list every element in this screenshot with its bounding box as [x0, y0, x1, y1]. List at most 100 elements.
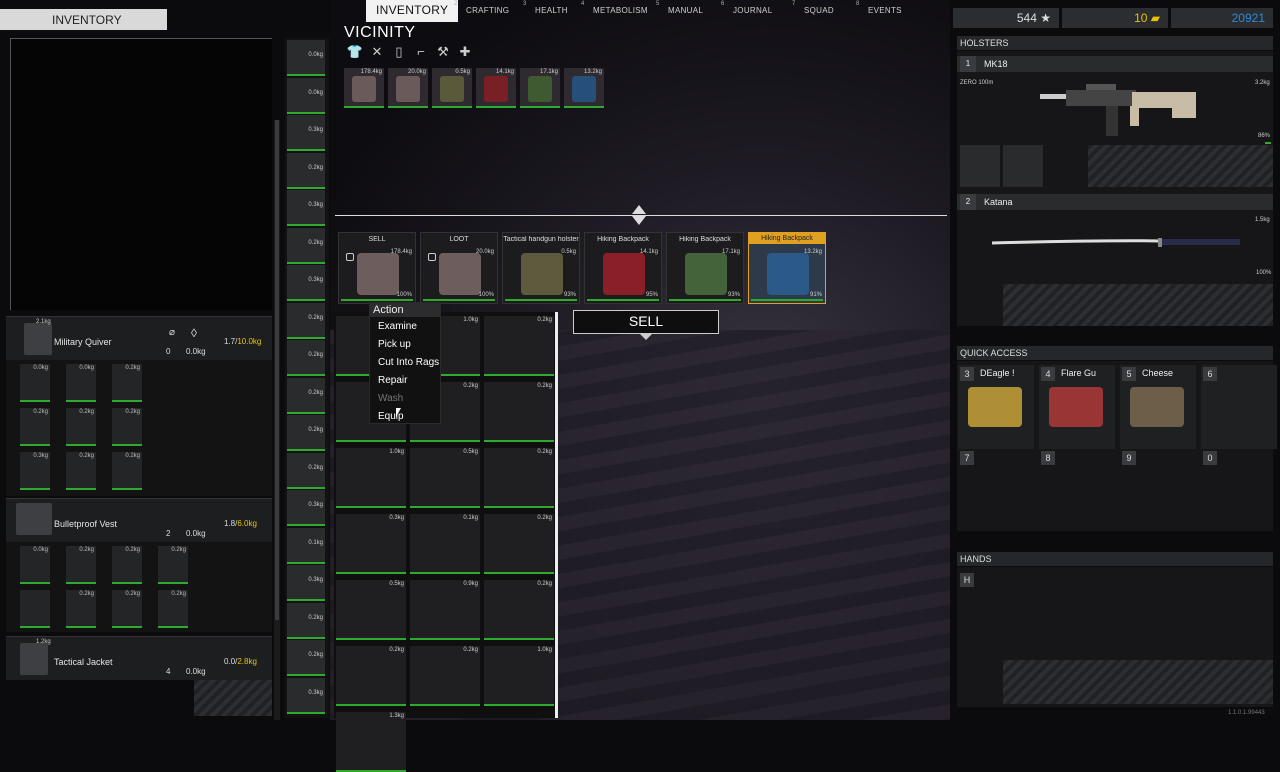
trader-item[interactable]: 0.5kg	[336, 580, 406, 640]
hands-slot[interactable]: H	[960, 573, 974, 587]
menu-repair[interactable]: Repair	[370, 371, 440, 389]
shirt-icon[interactable]: 👕	[346, 44, 364, 60]
quick-slot[interactable]: 5 Cheese 9	[1120, 365, 1196, 465]
equipment-slot[interactable]: 0.2kg	[287, 640, 325, 676]
trader-item[interactable]: 0.2kg	[484, 316, 554, 376]
tab-crafting[interactable]: 2 CRAFTING	[454, 0, 509, 20]
trader-item[interactable]: 0.3kg	[336, 514, 406, 574]
arrow-up-icon[interactable]	[632, 205, 646, 214]
equipment-slot[interactable]: 0.2kg	[287, 152, 325, 189]
inventory-slot[interactable]: 0.2kg	[112, 408, 142, 446]
container-tactical-jacket[interactable]: 1.2kg Tactical Jacket 4 0.0kg 0.0/2.8kg	[6, 636, 272, 680]
trader-item[interactable]: 0.2kg	[484, 514, 554, 574]
inventory-slot[interactable]: 0.2kg	[66, 546, 96, 584]
inventory-slot[interactable]: 0.2kg	[112, 546, 142, 584]
container-bulletproof-vest[interactable]: Bulletproof Vest 2 0.0kg 1.8/6.0kg	[6, 498, 272, 542]
trader-item[interactable]: 0.5kg	[410, 448, 480, 508]
equipment-slot[interactable]: 0.0kg	[287, 40, 325, 76]
plus-icon[interactable]: ✚	[456, 44, 474, 60]
equipment-slot[interactable]: 0.2kg	[287, 377, 325, 414]
trader-slot[interactable]: Hiking Backpack 17.1kg 93%	[666, 232, 744, 304]
trader-item[interactable]: 1.3kg	[336, 712, 406, 772]
equipment-slot[interactable]: 0.2kg	[287, 340, 325, 376]
inventory-slot[interactable]: 0.2kg	[158, 546, 188, 584]
tab-events[interactable]: 8 EVENTS	[856, 0, 902, 20]
inventory-slot[interactable]: 0.2kg	[66, 452, 96, 490]
equipment-slot[interactable]: 0.1kg	[287, 527, 325, 564]
gun-icon[interactable]: ⌐	[412, 44, 430, 59]
inventory-slot[interactable]: 0.2kg	[112, 590, 142, 628]
tab-squad[interactable]: 7 SQUAD	[792, 0, 834, 20]
attachment-sight-slot[interactable]	[960, 145, 1000, 187]
inventory-scrollbar[interactable]	[274, 120, 280, 720]
vicinity-item[interactable]: 14.1kg	[476, 68, 516, 108]
trader-item[interactable]: 0.9kg	[410, 580, 480, 640]
quick-slot[interactable]: 4 Flare Gu 8	[1039, 365, 1115, 465]
vicinity-item[interactable]: 17.1kg	[520, 68, 560, 108]
attachment-magazine-slot[interactable]	[1003, 145, 1043, 187]
inventory-slot[interactable]: 0.3kg	[20, 452, 50, 490]
equipment-slot[interactable]: 0.3kg	[287, 115, 325, 151]
equipment-slot[interactable]: 0.3kg	[287, 190, 325, 226]
equipment-slot[interactable]: 0.3kg	[287, 265, 325, 301]
quick-slot[interactable]: 3 DEagle ! 7	[958, 365, 1034, 465]
menu-equip[interactable]: Equip	[370, 407, 440, 425]
equipment-slot[interactable]: 0.3kg	[287, 565, 325, 601]
holster-slot-1[interactable]: 1 MK18	[957, 56, 1273, 72]
tab-metabolism[interactable]: 4 METABOLISM	[581, 0, 648, 20]
menu-examine[interactable]: Examine	[370, 317, 440, 335]
inventory-slot[interactable]	[20, 590, 50, 628]
cross-icon[interactable]: ✕	[368, 44, 386, 60]
inventory-slot[interactable]: 0.2kg	[20, 408, 50, 446]
slot-item-image	[767, 253, 809, 295]
tab-bar: INVENTORY 2 CRAFTING 3 HEALTH 4 METABOLISM …	[364, 0, 944, 22]
tab-manual[interactable]: 5 MANUAL	[656, 0, 703, 20]
container-military-quiver[interactable]: 2.1kg Military Quiver ⌀ ◊ 0 0.0kg 1.7/10…	[6, 316, 272, 360]
trader-item[interactable]: 0.2kg	[484, 448, 554, 508]
equipment-slot[interactable]: 0.0kg	[287, 77, 325, 114]
trader-slot[interactable]: Hiking Backpack 13.2kg 91%	[748, 232, 826, 304]
equipment-slot[interactable]: 0.2kg	[287, 602, 325, 639]
equipment-slot[interactable]: 0.2kg	[287, 452, 325, 489]
trader-item[interactable]: 0.1kg	[410, 514, 480, 574]
tab-health[interactable]: 3 HEALTH	[523, 0, 568, 20]
inventory-slot[interactable]: 0.0kg	[66, 364, 96, 402]
holster-slot-2[interactable]: 2 Katana	[957, 194, 1273, 210]
equipment-slot[interactable]: 0.3kg	[287, 490, 325, 526]
inventory-slot[interactable]: 0.2kg	[112, 364, 142, 402]
tab-inventory[interactable]: INVENTORY	[366, 0, 459, 22]
equipment-slot[interactable]: 0.2kg	[287, 227, 325, 264]
equipment-slot[interactable]: 0.2kg	[287, 415, 325, 451]
vicinity-item[interactable]: 13.2kg	[564, 68, 604, 108]
trader-item[interactable]: 1.0kg	[484, 646, 554, 706]
trader-item[interactable]: 0.2kg	[336, 646, 406, 706]
trader-item[interactable]: 0.2kg	[410, 646, 480, 706]
inventory-slot[interactable]: 0.0kg	[20, 364, 50, 402]
equipment-slot[interactable]: 0.3kg	[287, 677, 325, 714]
inventory-slot[interactable]: 0.2kg	[158, 590, 188, 628]
scroll-thumb[interactable]	[275, 120, 279, 620]
vicinity-item[interactable]: 178.4kg	[344, 68, 384, 108]
trader-slot[interactable]: Hiking Backpack 14.1kg 95%	[584, 232, 662, 304]
trader-item[interactable]: 0.2kg	[484, 382, 554, 442]
quick-slot[interactable]: 60	[1201, 365, 1277, 465]
vicinity-item[interactable]: 0.5kg	[432, 68, 472, 108]
trader-slot[interactable]: SELL 178.4kg 100%	[338, 232, 416, 304]
inventory-slot[interactable]: 0.2kg	[66, 590, 96, 628]
menu-pick-up[interactable]: Pick up	[370, 335, 440, 353]
inventory-slot[interactable]: 0.2kg	[112, 452, 142, 490]
wrench-icon[interactable]: ⚒	[434, 44, 452, 60]
bottle-icon[interactable]: ▯	[390, 44, 408, 60]
trader-item[interactable]: 1.0kg	[336, 448, 406, 508]
trader-slot[interactable]: LOOT 20.0kg 100%	[420, 232, 498, 304]
tab-journal[interactable]: 6 JOURNAL	[721, 0, 772, 20]
equipment-slot[interactable]: 0.2kg	[287, 302, 325, 339]
vicinity-item[interactable]: 20.0kg	[388, 68, 428, 108]
arrow-down-icon[interactable]	[632, 216, 646, 225]
sell-button[interactable]: SELL	[573, 310, 719, 334]
inventory-slot[interactable]: 0.2kg	[66, 408, 96, 446]
inventory-slot[interactable]: 0.0kg	[20, 546, 50, 584]
trader-item[interactable]: 0.2kg	[484, 580, 554, 640]
menu-cut-into-rags[interactable]: Cut Into Rags	[370, 353, 440, 371]
trader-slot[interactable]: Tactical handgun holster 0.5kg 93%	[502, 232, 580, 304]
